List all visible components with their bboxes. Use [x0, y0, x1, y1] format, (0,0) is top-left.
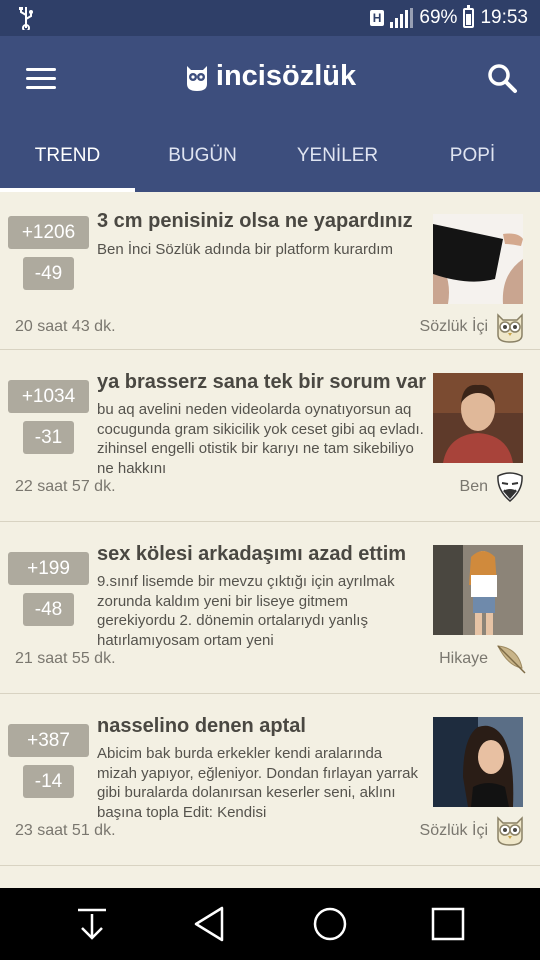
post-time: 23 saat 51 dk.: [15, 822, 116, 839]
post-time: 22 saat 57 dk.: [15, 478, 116, 495]
post-card[interactable]: +1206 -49 3 cm penisiniz olsa ne yapardı…: [0, 192, 540, 350]
downvote-count[interactable]: -14: [23, 765, 74, 798]
post-card[interactable]: +1034 -31 ya brasserz sana tek bir sorum…: [0, 350, 540, 522]
post-category[interactable]: Hikaye: [439, 650, 488, 668]
post-excerpt: Ben İnci Sözlük adında bir platform kura…: [97, 241, 393, 258]
system-nav-bar: [0, 888, 540, 960]
downvote-count[interactable]: -31: [23, 421, 74, 454]
upvote-count[interactable]: +1034: [8, 380, 89, 413]
post-category[interactable]: Sözlük İçi: [420, 822, 488, 840]
feather-icon: [497, 645, 526, 674]
battery-percent: 69%: [419, 7, 458, 28]
tab-popi[interactable]: POPİ: [405, 134, 540, 192]
search-icon[interactable]: [486, 62, 518, 94]
post-excerpt: Abicim bak burda erkekler kendi araların…: [97, 745, 418, 821]
post-category[interactable]: Sözlük İçi: [420, 318, 488, 336]
mask-icon: [497, 472, 523, 502]
post-title[interactable]: nasselino denen aptal: [97, 715, 427, 738]
upvote-count[interactable]: +1206: [8, 216, 89, 249]
owl-logo-icon: [186, 65, 207, 91]
tab-bar: TREND BUGÜN YENİLER POPİ: [0, 134, 540, 192]
battery-icon: [463, 5, 475, 28]
post-thumbnail[interactable]: [433, 373, 523, 463]
post-title[interactable]: sex kölesi arkadaşımı azad ettim: [97, 543, 427, 566]
tab-trend[interactable]: TREND: [0, 134, 135, 192]
post-title[interactable]: 3 cm penisiniz olsa ne yapardınız: [97, 210, 427, 233]
owl-icon: [497, 816, 523, 846]
post-time: 20 saat 43 dk.: [15, 318, 116, 335]
post-time: 21 saat 55 dk.: [15, 650, 116, 667]
post-excerpt: 9.sınıf lisemde bir mevzu çıktığı için a…: [97, 573, 395, 649]
post-title[interactable]: ya brasserz sana tek bir sorum var: [97, 371, 427, 394]
signal-icon: [390, 8, 414, 28]
owl-icon: [497, 313, 523, 343]
post-feed[interactable]: +1206 -49 3 cm penisiniz olsa ne yapardı…: [0, 192, 540, 888]
post-thumbnail[interactable]: [433, 545, 523, 635]
clock: 19:53: [480, 7, 528, 28]
post-thumbnail[interactable]: [433, 214, 523, 304]
post-card[interactable]: +199 -48 sex kölesi arkadaşımı azad etti…: [0, 522, 540, 694]
app-title: incisözlük: [215, 60, 357, 92]
post-category[interactable]: Ben: [460, 478, 488, 496]
home-icon[interactable]: [308, 902, 352, 946]
post-thumbnail[interactable]: [433, 717, 523, 807]
app-logo: incisözlük: [0, 60, 540, 93]
back-icon[interactable]: [188, 902, 232, 946]
app-bar: incisözlük TREND BUGÜN YENİLER POPİ: [0, 36, 540, 192]
network-type-badge: H: [369, 10, 385, 26]
recent-apps-icon[interactable]: [426, 902, 470, 946]
upvote-count[interactable]: +387: [8, 724, 89, 757]
tab-yeniler[interactable]: YENİLER: [270, 134, 405, 192]
tab-bugun[interactable]: BUGÜN: [135, 134, 270, 192]
upvote-count[interactable]: +199: [8, 552, 89, 585]
downvote-count[interactable]: -49: [23, 257, 74, 290]
usb-icon: [19, 7, 33, 30]
post-card[interactable]: +387 -14 nasselino denen aptal Abicim ba…: [0, 694, 540, 866]
post-excerpt: bu aq avelini neden videolarda oynatıyor…: [97, 401, 424, 477]
downvote-count[interactable]: -48: [23, 593, 74, 626]
status-bar: H 69% 19:53: [0, 0, 540, 36]
notification-pulldown-icon[interactable]: [70, 902, 114, 946]
